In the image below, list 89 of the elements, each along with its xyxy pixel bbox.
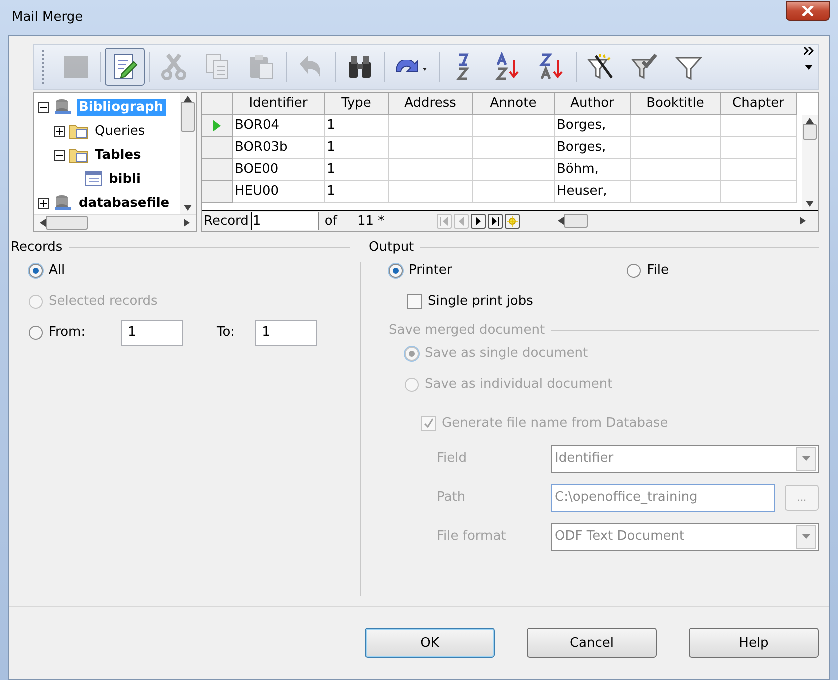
table-cell: 1 <box>325 181 389 203</box>
group-title: Save merged document <box>389 323 546 338</box>
table-cell: BOR03b <box>233 137 325 159</box>
scroll-arrow-icon[interactable] <box>40 219 46 227</box>
table-cell: Heuser, <box>555 181 631 203</box>
horizontal-scrollbar[interactable] <box>34 214 196 231</box>
column-header[interactable]: Identifier <box>233 93 325 115</box>
navigation-button[interactable] <box>505 214 520 228</box>
filter-wand-icon <box>586 52 616 82</box>
dialog-button[interactable]: Help <box>689 628 819 658</box>
window-title: Mail Merge <box>12 10 84 25</box>
last-record-icon <box>491 216 500 226</box>
to-field[interactable]: 1 <box>255 320 318 346</box>
radio-option[interactable]: File <box>627 255 669 286</box>
redo-icon <box>396 60 428 74</box>
database-icon <box>53 194 73 212</box>
radio-option[interactable]: From: <box>29 317 121 348</box>
table-cell: BOE00 <box>233 159 325 181</box>
scissors-icon <box>159 52 189 82</box>
from-field[interactable]: 1 <box>121 320 183 346</box>
scroll-arrow-icon[interactable] <box>558 217 564 225</box>
close-button[interactable] <box>786 0 830 20</box>
scroll-arrow-icon[interactable] <box>184 96 192 102</box>
radio-button[interactable] <box>29 326 43 340</box>
scroll-arrow-icon[interactable] <box>800 217 806 225</box>
current-row-icon <box>213 120 221 132</box>
expand-icon[interactable] <box>38 198 49 208</box>
radio-button[interactable] <box>389 264 403 278</box>
vertical-scrollbar[interactable] <box>180 93 196 214</box>
vertical-scrollbar[interactable] <box>802 115 818 210</box>
group-title: Records <box>11 240 63 255</box>
of-label: of <box>324 214 338 228</box>
group-title: Output <box>369 240 414 255</box>
tree-item[interactable]: bibli <box>107 170 143 188</box>
record-count: 11 * <box>357 214 386 228</box>
column-header[interactable]: Type <box>325 93 389 115</box>
table-cell: Böhm, <box>555 159 631 181</box>
tree-item[interactable]: databasefile <box>77 194 172 212</box>
checkbox[interactable]: Single print jobs <box>407 286 819 317</box>
record-label: Record <box>203 214 249 228</box>
filter-check-icon <box>630 52 660 82</box>
radio-option[interactable]: Printer <box>389 255 452 286</box>
field-label: Field <box>437 451 468 466</box>
table-cell: 1 <box>325 159 389 181</box>
radio-button[interactable] <box>627 264 642 278</box>
table-cell: BOR04 <box>233 115 325 137</box>
column-header[interactable]: Address <box>389 93 473 115</box>
dropdown-arrow-icon <box>802 534 810 540</box>
column-header[interactable]: Chapter <box>721 93 797 115</box>
navigation-button[interactable] <box>471 214 486 228</box>
radio-button[interactable] <box>29 264 43 278</box>
check-icon <box>423 418 434 429</box>
dialog-button[interactable]: OK <box>365 628 495 658</box>
to-label: To: <box>217 325 236 340</box>
first-record-icon <box>440 216 450 226</box>
scroll-arrow-icon[interactable] <box>806 118 814 124</box>
file-format-label: File format <box>437 529 508 544</box>
table-cell: Borges, <box>555 137 631 159</box>
collapse-icon[interactable] <box>38 102 49 112</box>
scroll-thumb[interactable] <box>181 102 195 132</box>
record-field[interactable]: 1 <box>250 212 319 230</box>
scroll-thumb[interactable] <box>803 124 817 140</box>
more-icon[interactable] <box>804 47 814 55</box>
table-icon <box>85 170 103 188</box>
tree-item[interactable]: Queries <box>93 122 148 140</box>
previous-record-icon <box>457 216 466 226</box>
dropdown-arrow-icon <box>802 456 810 462</box>
table-cell: 1 <box>325 137 389 159</box>
table-cell: Borges, <box>555 115 631 137</box>
dialog-button[interactable]: Cancel <box>527 628 657 658</box>
radio-option[interactable]: All <box>29 255 350 286</box>
new-record-icon <box>507 216 518 226</box>
collapse-icon[interactable] <box>54 150 65 160</box>
scroll-thumb[interactable] <box>46 216 88 230</box>
table-cell: 1 <box>325 115 389 137</box>
column-header[interactable]: Booktitle <box>631 93 721 115</box>
column-header[interactable]: Annote <box>473 93 555 115</box>
path-label: Path <box>437 490 467 505</box>
tree-item[interactable]: Tables <box>93 146 144 164</box>
scroll-arrow-icon[interactable] <box>806 201 814 207</box>
column-header[interactable]: Author <box>555 93 631 115</box>
expand-icon[interactable] <box>54 126 65 136</box>
dropdown-arrow-icon[interactable] <box>805 65 813 70</box>
database-icon <box>53 98 73 116</box>
scroll-thumb[interactable] <box>564 214 588 228</box>
table-cell: HEU00 <box>233 181 325 203</box>
close-icon <box>802 6 814 16</box>
navigation-button[interactable] <box>488 214 504 228</box>
next-record-icon <box>474 216 484 226</box>
